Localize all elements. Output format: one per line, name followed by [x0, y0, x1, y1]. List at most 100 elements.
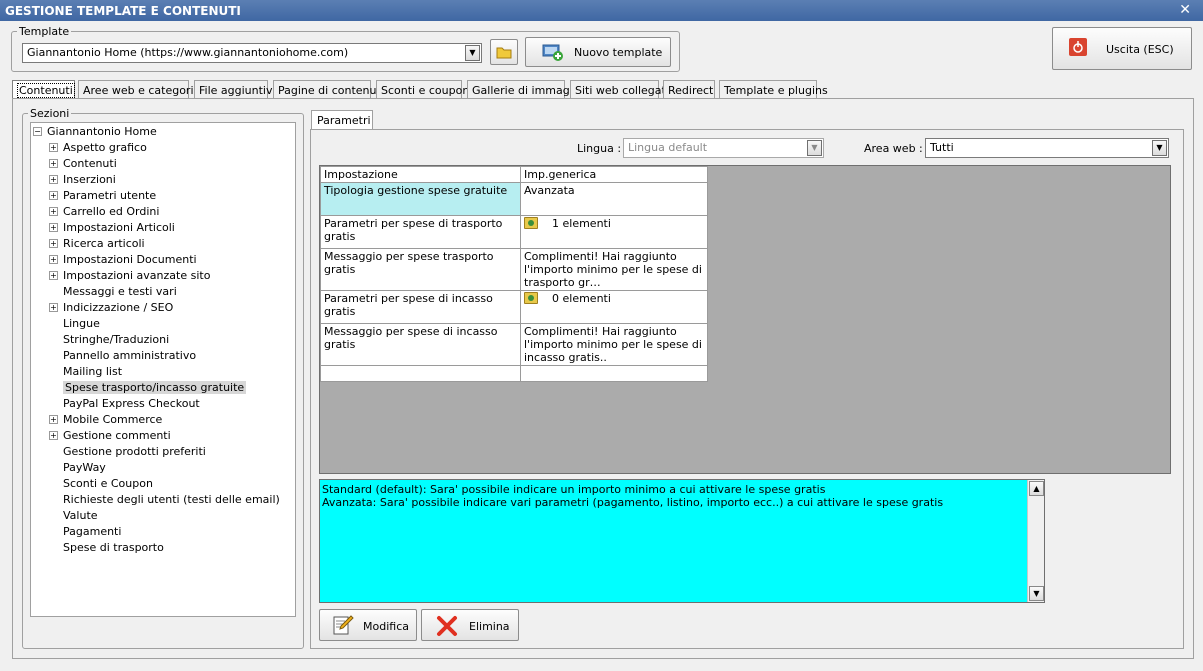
dropdown-arrow-icon[interactable]: ▼	[807, 140, 822, 156]
setting-name-cell[interactable]: Tipologia gestione spese gratuite	[320, 182, 521, 216]
expand-icon[interactable]: +	[49, 223, 58, 232]
tree-item[interactable]: PayPal Express Checkout	[49, 396, 200, 412]
tab-sconti[interactable]: Sconti e coupon	[376, 80, 469, 99]
tree-item-label: Indicizzazione / SEO	[63, 301, 174, 314]
column-header-impostazione[interactable]: Impostazione	[320, 166, 521, 183]
expand-icon[interactable]: +	[49, 431, 58, 440]
lingua-select[interactable]: Lingua default ▼	[623, 138, 824, 158]
tree-item[interactable]: Gestione prodotti preferiti	[49, 444, 206, 460]
tree-item[interactable]: + Inserzioni	[49, 172, 116, 188]
tree-item[interactable]: + Carrello ed Ordini	[49, 204, 159, 220]
tab-pagine[interactable]: Pagine di contenuti	[273, 80, 384, 99]
tree-item[interactable]: + Ricerca articoli	[49, 236, 145, 252]
table-row[interactable]: Messaggio per spese trasporto gratis Comp…	[320, 248, 708, 291]
table-row[interactable]: Tipologia gestione spese gratuite Avanzat…	[320, 182, 708, 216]
tab-gallerie[interactable]: Gallerie di immagini	[467, 80, 583, 99]
table-row[interactable]: Parametri per spese di incasso gratis 0 e…	[320, 290, 708, 324]
folder-icon[interactable]	[524, 217, 538, 229]
setting-name-cell[interactable]	[320, 365, 521, 382]
template-group-label: Template	[17, 25, 72, 38]
tree-item[interactable]: + Aspetto grafico	[49, 140, 147, 156]
tree-item[interactable]: Richieste degli utenti (testi delle emai…	[49, 492, 280, 508]
tree-item-label: Contenuti	[63, 157, 117, 170]
expand-icon[interactable]: +	[49, 415, 58, 424]
tree-item[interactable]: + Impostazioni Documenti	[49, 252, 197, 268]
tree-item[interactable]: + Indicizzazione / SEO	[49, 300, 173, 316]
tree-root[interactable]: − Giannantonio Home	[33, 124, 157, 140]
expand-icon[interactable]: +	[49, 303, 58, 312]
tree-item[interactable]: Mailing list	[49, 364, 122, 380]
expand-icon[interactable]: +	[49, 239, 58, 248]
tree-item[interactable]: + Mobile Commerce	[49, 412, 162, 428]
setting-value-cell[interactable]: Complimenti! Hai raggiunto l'importo min…	[520, 323, 708, 366]
setting-name-cell[interactable]: Messaggio per spese trasporto gratis	[320, 248, 521, 291]
tree-item[interactable]: Spese trasporto/incasso gratuite	[49, 380, 247, 396]
setting-name-cell[interactable]: Messaggio per spese di incasso gratis	[320, 323, 521, 366]
setting-name-cell[interactable]: Parametri per spese di incasso gratis	[320, 290, 521, 324]
expand-icon[interactable]: +	[49, 207, 58, 216]
tree-item[interactable]: + Impostazioni Articoli	[49, 220, 175, 236]
open-folder-button[interactable]	[490, 39, 518, 65]
scroll-up-icon[interactable]: ▲	[1029, 481, 1044, 496]
tree-item-label: Carrello ed Ordini	[63, 205, 160, 218]
collapse-icon[interactable]: −	[33, 127, 42, 136]
tree-item[interactable]: Lingue	[49, 316, 100, 332]
table-row[interactable]	[320, 365, 708, 382]
column-header-imp-generica[interactable]: Imp.generica	[520, 166, 708, 183]
tree-item[interactable]: Spese di trasporto	[49, 540, 164, 556]
tree-item[interactable]: + Contenuti	[49, 156, 117, 172]
tab-siti-web[interactable]: Siti web collegati	[570, 80, 669, 99]
tree-item[interactable]: PayWay	[49, 460, 106, 476]
delete-button[interactable]: Elimina	[421, 609, 519, 641]
tree-item[interactable]: Sconti e Coupon	[49, 476, 153, 492]
delete-label: Elimina	[469, 620, 510, 633]
tree-item[interactable]: + Impostazioni avanzate sito	[49, 268, 210, 284]
tree-item[interactable]: + Parametri utente	[49, 188, 156, 204]
tab-aree-web[interactable]: Aree web e categorie	[78, 80, 200, 99]
tree-item[interactable]: Messaggi e testi vari	[49, 284, 177, 300]
setting-value-cell[interactable]: 1 elementi	[520, 215, 708, 249]
tree-item[interactable]: Stringhe/Traduzioni	[49, 332, 169, 348]
exit-button[interactable]: Uscita (ESC)	[1052, 27, 1192, 70]
table-row[interactable]: Parametri per spese di trasporto gratis 1…	[320, 215, 708, 249]
area-web-label: Area web :	[864, 142, 923, 155]
expand-icon[interactable]: +	[49, 175, 58, 184]
sections-tree[interactable]: − Giannantonio Home + Aspetto grafico + Cont…	[30, 122, 296, 617]
expand-icon[interactable]: +	[49, 271, 58, 280]
tab-file-aggiuntivi[interactable]: File aggiuntivi	[194, 80, 276, 99]
vertical-scrollbar[interactable]: ▲ ▼	[1027, 480, 1044, 602]
tree-item-label: Impostazioni avanzate sito	[63, 269, 211, 282]
new-template-button[interactable]: Nuovo template	[525, 37, 671, 67]
close-icon[interactable]: ✕	[1179, 2, 1191, 18]
tree-item-label: Mailing list	[63, 365, 123, 378]
setting-name-cell[interactable]: Parametri per spese di trasporto gratis	[320, 215, 521, 249]
setting-value-cell[interactable]: Avanzata	[520, 182, 708, 216]
scroll-down-icon[interactable]: ▼	[1029, 586, 1044, 601]
expand-icon[interactable]: +	[49, 255, 58, 264]
dropdown-arrow-icon[interactable]: ▼	[465, 45, 480, 61]
tree-item[interactable]: Valute	[49, 508, 98, 524]
expand-icon[interactable]: +	[49, 191, 58, 200]
tab-redirect[interactable]: Redirect	[663, 80, 715, 99]
window-titlebar: GESTIONE TEMPLATE E CONTENUTI ✕	[0, 0, 1203, 21]
table-row[interactable]: Messaggio per spese di incasso gratis Com…	[320, 323, 708, 366]
tree-item-label: Impostazioni Articoli	[63, 221, 175, 234]
tree-item[interactable]: Pannello amministrativo	[49, 348, 196, 364]
tree-item-label: Richieste degli utenti (testi delle emai…	[63, 493, 280, 506]
modify-button[interactable]: Modifica	[319, 609, 417, 641]
tree-item[interactable]: Pagamenti	[49, 524, 121, 540]
template-select[interactable]: Giannantonio Home (https://www.giannanto…	[22, 43, 482, 63]
tab-template-plugins[interactable]: Template e plugins	[719, 80, 828, 99]
area-web-select[interactable]: Tutti ▼	[925, 138, 1169, 158]
tab-parametri[interactable]: Parametri	[311, 110, 373, 130]
setting-value-cell[interactable]: 0 elementi	[520, 290, 708, 324]
expand-icon[interactable]: +	[49, 143, 58, 152]
power-icon	[1069, 38, 1087, 56]
setting-value-cell[interactable]: Complimenti! Hai raggiunto l'importo min…	[520, 248, 708, 291]
tree-item[interactable]: + Gestione commenti	[49, 428, 171, 444]
folder-icon[interactable]	[524, 292, 538, 304]
setting-value-cell[interactable]	[520, 365, 708, 382]
expand-icon[interactable]: +	[49, 159, 58, 168]
tab-contenuti[interactable]: Contenuti	[12, 80, 75, 99]
dropdown-arrow-icon[interactable]: ▼	[1152, 140, 1167, 156]
